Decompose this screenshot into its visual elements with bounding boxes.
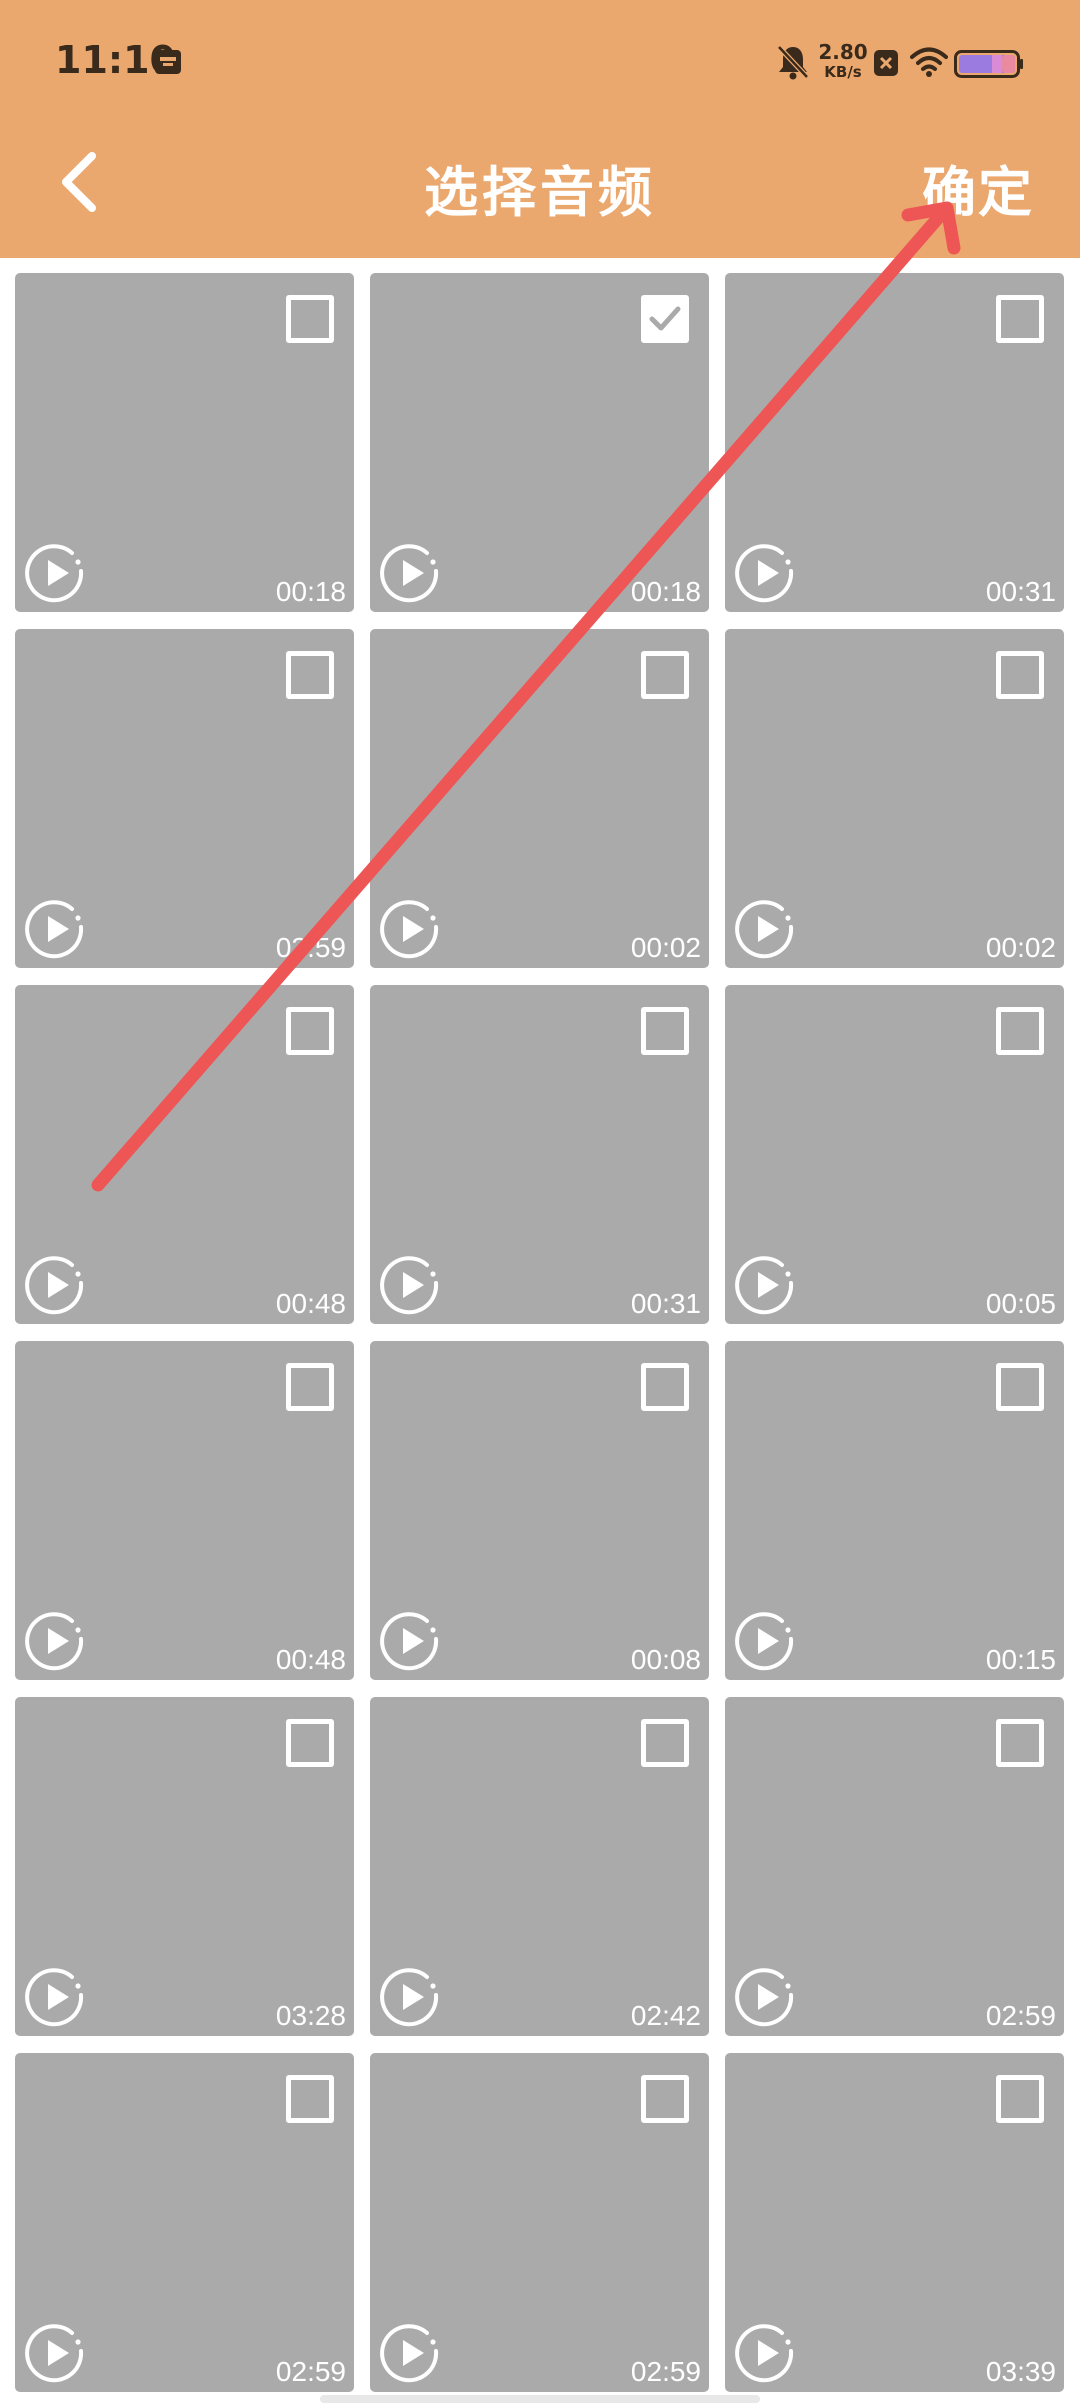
- checkbox-checked[interactable]: [641, 295, 689, 343]
- play-icon[interactable]: [733, 1965, 797, 2029]
- audio-tile[interactable]: 00:48: [15, 985, 354, 1324]
- checkbox[interactable]: [286, 1719, 334, 1767]
- net-speed: 2.80 KB/s: [818, 42, 868, 82]
- close-badge-icon: [874, 50, 898, 76]
- checkbox[interactable]: [996, 1007, 1044, 1055]
- audio-grid: 00:18 00:18 00:31 03:59 00:02 00:02 00:48 00:31…: [15, 273, 1064, 2392]
- checkbox[interactable]: [641, 2075, 689, 2123]
- play-icon[interactable]: [23, 1609, 87, 1673]
- audio-tile[interactable]: 02:59: [725, 1697, 1064, 2036]
- duration-label: 03:59: [275, 932, 346, 963]
- home-indicator[interactable]: [320, 2395, 760, 2403]
- play-icon[interactable]: [23, 1965, 87, 2029]
- play-icon[interactable]: [733, 1609, 797, 1673]
- checkbox[interactable]: [641, 1363, 689, 1411]
- audio-tile[interactable]: 02:59: [15, 2053, 354, 2392]
- play-icon[interactable]: [378, 1253, 442, 1317]
- play-icon[interactable]: [378, 1609, 442, 1673]
- duration-label: 00:48: [275, 1644, 346, 1675]
- play-icon[interactable]: [733, 1253, 797, 1317]
- checkbox[interactable]: [286, 651, 334, 699]
- audio-tile[interactable]: 02:59: [370, 2053, 709, 2392]
- audio-tile[interactable]: 03:59: [15, 629, 354, 968]
- play-icon[interactable]: [378, 897, 442, 961]
- checkbox[interactable]: [996, 1363, 1044, 1411]
- duration-label: 00:08: [630, 1644, 701, 1675]
- duration-label: 00:18: [630, 576, 701, 607]
- audio-tile[interactable]: 00:31: [725, 273, 1064, 612]
- checkbox[interactable]: [996, 2075, 1044, 2123]
- duration-label: 00:31: [630, 1288, 701, 1319]
- duration-label: 00:18: [275, 576, 346, 607]
- page-title: 选择音频: [424, 161, 656, 224]
- duration-label: 02:59: [985, 2000, 1056, 2031]
- battery-icon: [954, 50, 1023, 78]
- calendar-icon: [155, 50, 181, 74]
- play-icon[interactable]: [23, 1253, 87, 1317]
- audio-tile[interactable]: 00:05: [725, 985, 1064, 1324]
- checkbox[interactable]: [996, 295, 1044, 343]
- audio-tile[interactable]: 03:28: [15, 1697, 354, 2036]
- duration-label: 00:02: [985, 932, 1056, 963]
- play-icon[interactable]: [378, 1965, 442, 2029]
- play-icon[interactable]: [23, 541, 87, 605]
- audio-tile[interactable]: 00:08: [370, 1341, 709, 1680]
- duration-label: 02:59: [630, 2356, 701, 2387]
- duration-label: 02:42: [630, 2000, 701, 2031]
- bell-muted-icon: [777, 45, 809, 80]
- net-speed-value: 2.80: [818, 40, 868, 64]
- checkbox[interactable]: [286, 2075, 334, 2123]
- checkbox[interactable]: [286, 1007, 334, 1055]
- checkbox[interactable]: [641, 1007, 689, 1055]
- checkbox[interactable]: [286, 295, 334, 343]
- duration-label: 00:31: [985, 576, 1056, 607]
- audio-tile[interactable]: 00:48: [15, 1341, 354, 1680]
- play-icon[interactable]: [378, 2321, 442, 2385]
- header-bar: 11:10 2.80 KB/s 选择音频 确定: [0, 0, 1080, 258]
- duration-label: 03:39: [985, 2356, 1056, 2387]
- checkbox[interactable]: [286, 1363, 334, 1411]
- audio-tile[interactable]: 02:42: [370, 1697, 709, 2036]
- audio-tile[interactable]: 00:15: [725, 1341, 1064, 1680]
- wifi-icon: [910, 47, 948, 77]
- checkbox[interactable]: [996, 651, 1044, 699]
- duration-label: 03:28: [275, 2000, 346, 2031]
- checkbox[interactable]: [641, 1719, 689, 1767]
- audio-tile[interactable]: 03:39: [725, 2053, 1064, 2392]
- duration-label: 00:02: [630, 932, 701, 963]
- duration-label: 00:15: [985, 1644, 1056, 1675]
- audio-tile[interactable]: 00:18: [15, 273, 354, 612]
- audio-tile[interactable]: 00:18: [370, 273, 709, 612]
- audio-tile[interactable]: 00:02: [725, 629, 1064, 968]
- duration-label: 02:59: [275, 2356, 346, 2387]
- audio-tile[interactable]: 00:31: [370, 985, 709, 1324]
- play-icon[interactable]: [378, 541, 442, 605]
- duration-label: 00:48: [275, 1288, 346, 1319]
- play-icon[interactable]: [23, 2321, 87, 2385]
- play-icon[interactable]: [23, 897, 87, 961]
- checkbox[interactable]: [996, 1719, 1044, 1767]
- play-icon[interactable]: [733, 541, 797, 605]
- audio-tile[interactable]: 00:02: [370, 629, 709, 968]
- checkbox[interactable]: [641, 651, 689, 699]
- check-icon: [649, 306, 681, 331]
- confirm-button[interactable]: 确定: [922, 148, 1034, 227]
- play-icon[interactable]: [733, 2321, 797, 2385]
- net-speed-unit: KB/s: [824, 63, 862, 81]
- duration-label: 00:05: [985, 1288, 1056, 1319]
- play-icon[interactable]: [733, 897, 797, 961]
